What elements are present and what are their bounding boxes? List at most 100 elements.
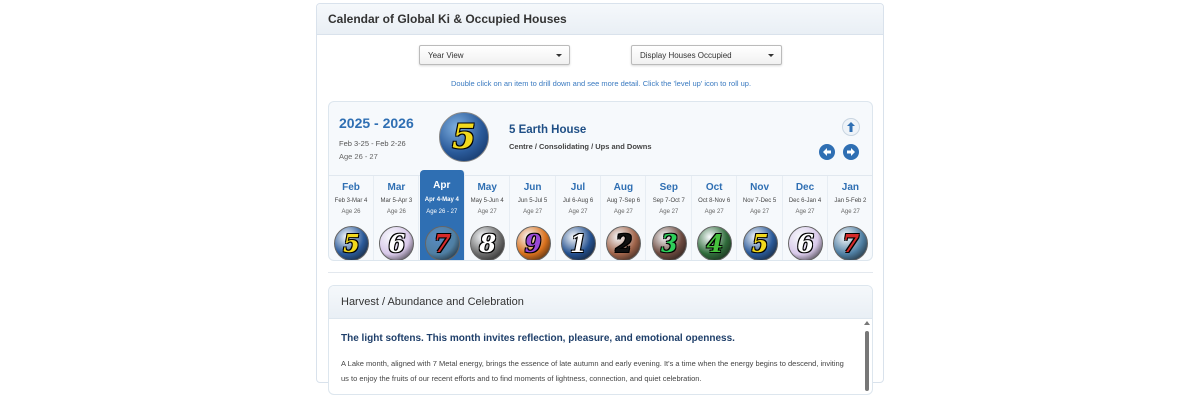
panel-header: Calendar of Global Ki & Occupied Houses (317, 4, 883, 35)
month-date-range: Sep 7-Oct 7 (652, 198, 685, 204)
month-item-aug[interactable]: Aug Aug 7-Sep 6 Age 27 2 (601, 176, 647, 260)
detail-body: A Lake month, aligned with 7 Metal energ… (341, 359, 844, 383)
display-select-value: Display Houses Occupied (640, 51, 732, 60)
house-number: 5 (751, 229, 769, 258)
arrow-left-icon (823, 148, 831, 156)
month-strip: Feb Feb 3-Mar 4 Age 26 5 Mar Mar 5-Apr 3 Age 2… (329, 170, 872, 260)
month-age: Age 27 (795, 209, 815, 215)
house-number: 4 (706, 229, 724, 258)
month-age: Age 26 (341, 209, 361, 215)
month-item-may[interactable]: May May 5-Jun 4 Age 27 8 (465, 176, 511, 260)
month-date-range: Apr 4-May 4 (424, 197, 459, 203)
month-item-sep[interactable]: Sep Sep 7-Oct 7 Age 27 3 (647, 176, 692, 260)
year-house-orb: 5 (439, 112, 489, 162)
month-name: Apr (433, 180, 451, 191)
month-name: Nov (750, 182, 770, 193)
month-date-range: Mar 5-Apr 3 (380, 198, 413, 204)
detail-title: Harvest / Abundance and Celebration (341, 296, 524, 308)
house-orb: 1 (561, 226, 596, 260)
section-divider (328, 272, 873, 273)
month-age: Age 27 (568, 209, 588, 215)
house-orb: 7 (424, 226, 460, 260)
month-item-nov[interactable]: Nov Nov 7-Dec 5 Age 27 5 (738, 176, 783, 260)
month-item-mar[interactable]: Mar Mar 5-Apr 3 Age 26 6 (374, 176, 420, 260)
month-item-oct[interactable]: Oct Oct 8-Nov 6 Age 27 4 (692, 176, 738, 260)
month-name: Aug (613, 182, 634, 193)
month-item-jun[interactable]: Jun Jun 5-Jul 5 Age 27 9 (511, 176, 556, 260)
house-number: 2 (615, 229, 633, 258)
house-orb: 5 (742, 226, 778, 260)
house-number: 1 (570, 229, 587, 258)
panel-title: Calendar of Global Ki & Occupied Houses (328, 12, 567, 26)
month-item-dec[interactable]: Dec Dec 6-Jan 4 Age 27 6 (783, 176, 828, 260)
house-number: 6 (388, 229, 406, 258)
house-number: 8 (479, 229, 497, 258)
month-name: Jun (523, 182, 542, 193)
prev-year-button[interactable] (819, 144, 835, 160)
month-date-range: Oct 8-Nov 6 (698, 198, 731, 204)
house-number: 5 (343, 229, 360, 258)
month-name: May (477, 182, 497, 193)
month-detail-panel: Harvest / Abundance and Celebration The … (328, 285, 873, 395)
level-up-icon (847, 122, 855, 132)
month-name: Dec (795, 182, 815, 193)
month-age: Age 26 - 27 (426, 209, 458, 215)
month-date-range: Jan 5-Feb 2 (834, 198, 867, 204)
year-card[interactable]: 2025 - 2026 Feb 3-25 - Feb 2-26 Age 26 -… (328, 101, 873, 261)
house-orb: 3 (651, 226, 687, 260)
month-date-range: Nov 7-Dec 5 (742, 198, 777, 204)
chevron-down-icon (768, 54, 774, 57)
house-orb: 2 (606, 226, 642, 260)
month-name: Jan (841, 182, 859, 193)
scroll-up-arrow[interactable] (864, 321, 870, 325)
month-date-range: May 5-Jun 4 (470, 198, 504, 204)
house-number: 9 (524, 229, 542, 258)
month-name: Sep (659, 182, 678, 193)
month-date-range: Feb 3-Mar 4 (334, 198, 368, 204)
house-number: 6 (797, 229, 814, 258)
month-name: Jul (570, 182, 586, 193)
month-name: Oct (705, 182, 723, 193)
house-orb: 7 (833, 226, 869, 260)
month-item-feb[interactable]: Feb Feb 3-Mar 4 Age 26 5 (329, 176, 374, 260)
house-orb: 5 (334, 226, 369, 260)
chevron-down-icon (556, 54, 562, 57)
month-name: Mar (387, 182, 406, 193)
house-orb: 4 (697, 226, 733, 260)
drilldown-hint: Double click on an item to drill down an… (450, 79, 752, 88)
month-item-jul[interactable]: Jul Jul 6-Aug 6 Age 27 1 (556, 176, 601, 260)
month-date-range: Aug 7-Sep 6 (606, 198, 641, 204)
month-date-range: Jun 5-Jul 5 (517, 198, 548, 204)
detail-subtitle: The light softens. This month invites re… (341, 333, 735, 344)
house-orb: 6 (788, 226, 823, 260)
detail-header: Harvest / Abundance and Celebration (329, 286, 872, 319)
month-age: Age 27 (477, 209, 497, 215)
house-number: 7 (842, 229, 860, 258)
house-subtitle: Centre / Consolidating / Ups and Downs (509, 142, 652, 151)
month-date-range: Dec 6-Jan 4 (788, 198, 822, 204)
next-year-button[interactable] (843, 144, 859, 160)
month-name: Feb (342, 182, 360, 193)
house-number: 3 (660, 229, 678, 258)
view-select[interactable]: Year View (419, 45, 570, 65)
view-select-value: Year View (428, 51, 464, 60)
month-age: Age 27 (659, 209, 679, 215)
month-age: Age 27 (613, 209, 633, 215)
arrow-right-icon (847, 148, 855, 156)
month-age: Age 26 (386, 209, 406, 215)
year-dates: Feb 3-25 - Feb 2-26 (339, 139, 406, 148)
month-age: Age 27 (523, 209, 543, 215)
month-item-apr[interactable]: Apr Apr 4-May 4 Age 26 - 27 7 (419, 170, 465, 260)
year-house-number: 5 (452, 117, 476, 157)
display-select[interactable]: Display Houses Occupied (631, 45, 782, 65)
year-title: 2025 - 2026 (339, 115, 414, 131)
month-item-jan[interactable]: Jan Jan 5-Feb 2 Age 27 7 (828, 176, 872, 260)
house-number: 7 (433, 229, 451, 258)
house-title: 5 Earth House (509, 124, 587, 136)
scrollbar-thumb[interactable] (865, 331, 869, 391)
month-age: Age 27 (704, 209, 724, 215)
house-orb: 6 (379, 226, 415, 260)
month-age: Age 27 (750, 209, 770, 215)
month-age: Age 27 (840, 209, 860, 215)
level-up-button[interactable] (842, 118, 860, 136)
